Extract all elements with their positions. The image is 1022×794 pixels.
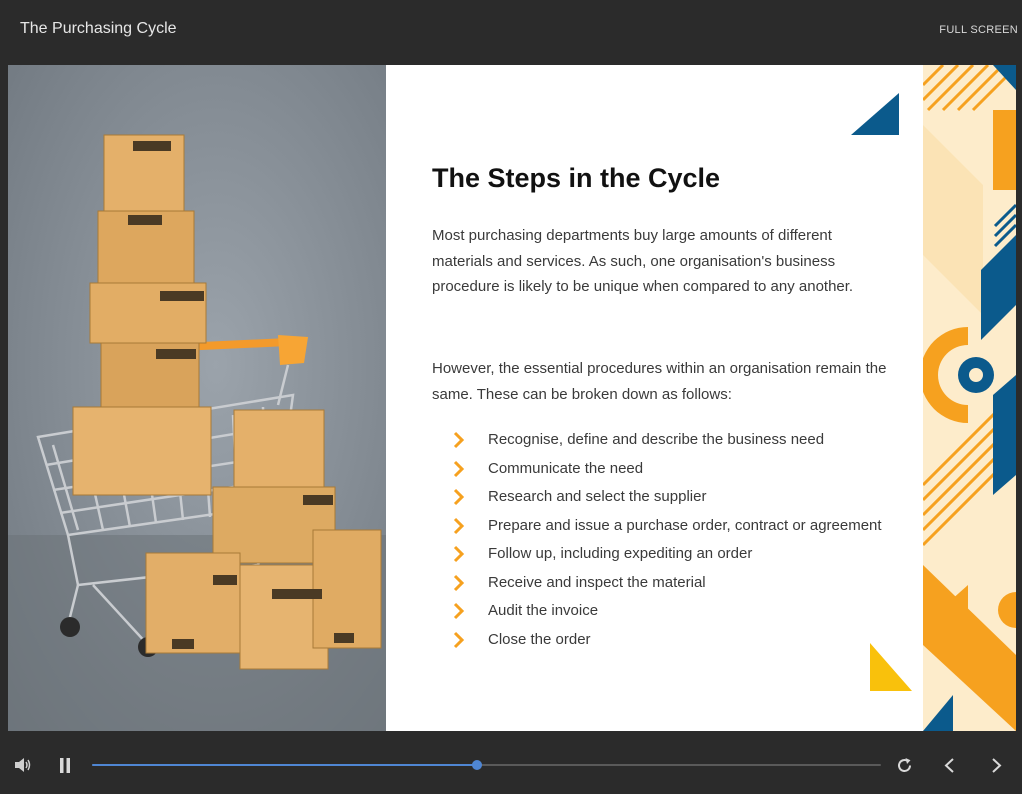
next-icon[interactable]: [991, 757, 1003, 774]
steps-list: Recognise, define and describe the busin…: [452, 428, 892, 656]
procedures-paragraph: However, the essential procedures within…: [432, 360, 887, 403]
replay-icon[interactable]: [896, 757, 913, 774]
course-title: The Purchasing Cycle: [20, 20, 177, 37]
list-item: Audit the invoice: [452, 599, 892, 623]
list-item: Follow up, including expediting an order: [452, 542, 892, 566]
chevron-right-icon: [453, 460, 465, 477]
step-text: Close the order: [488, 630, 591, 648]
slide: The Steps in the Cycle Most purchasing d…: [8, 65, 1016, 731]
step-text: Communicate the need: [488, 459, 644, 477]
step-text: Prepare and issue a purchase order, cont…: [488, 516, 882, 534]
chevron-right-icon: [453, 517, 465, 534]
slide-heading: The Steps in the Cycle: [432, 163, 721, 193]
intro-paragraph: Most purchasing departments buy large am…: [432, 227, 854, 295]
slide-photo: [8, 65, 386, 731]
slide-content: The Steps in the Cycle Most purchasing d…: [432, 65, 902, 731]
chevron-right-icon: [453, 574, 465, 591]
chevron-right-icon: [453, 431, 465, 449]
chevron-right-icon: [453, 488, 465, 506]
decorative-triangle: [851, 93, 899, 135]
list-item: Close the order: [452, 628, 892, 652]
step-text: Follow up, including expediting an order: [488, 545, 753, 562]
list-item: Receive and inspect the material: [452, 571, 892, 595]
progress-fill: [92, 764, 478, 766]
decorative-triangle: [870, 643, 912, 691]
list-item: Recognise, define and describe the busin…: [452, 428, 892, 452]
player-controls: [0, 732, 1022, 794]
volume-icon[interactable]: [14, 757, 32, 773]
progress-handle[interactable]: [472, 760, 483, 770]
list-item: Research and select the supplier: [452, 485, 892, 509]
chevron-right-icon: [453, 602, 465, 620]
fullscreen-button[interactable]: FULL SCREEN: [939, 24, 1018, 36]
step-text: Audit the invoice: [488, 602, 599, 619]
chevron-right-icon: [453, 631, 465, 648]
step-text: Research and select the supplier: [488, 488, 707, 505]
list-item: Communicate the need: [452, 457, 892, 481]
step-text: Receive and inspect the material: [488, 573, 706, 591]
top-bar: The Purchasing Cycle FULL SCREEN: [0, 0, 1022, 64]
chevron-right-icon: [453, 545, 465, 563]
step-text: Recognise, define and describe the busin…: [488, 431, 825, 448]
progress-track[interactable]: [92, 760, 881, 770]
pause-icon[interactable]: [59, 758, 71, 773]
list-item: Prepare and issue a purchase order, cont…: [452, 514, 892, 538]
previous-icon[interactable]: [943, 757, 955, 774]
decorative-pattern: [923, 65, 1016, 731]
